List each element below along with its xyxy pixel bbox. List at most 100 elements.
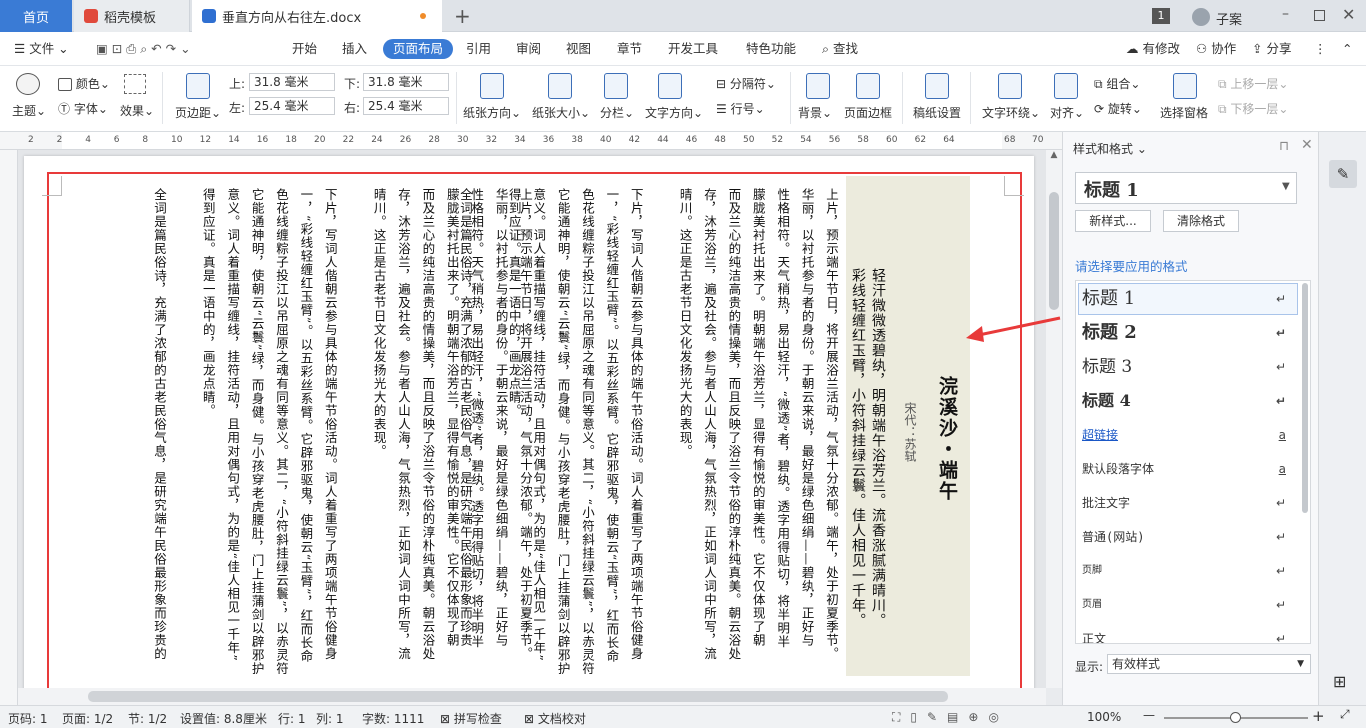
styles-pen-icon[interactable]: ✎ <box>1329 160 1357 188</box>
vertical-scrollbar[interactable]: ▲ <box>1046 150 1062 688</box>
orientation-button[interactable]: 纸张方向⌄ <box>463 104 521 121</box>
effects-button[interactable]: 效果⌄ <box>120 102 154 119</box>
text-wrap-button[interactable]: 文字环绕⌄ <box>982 104 1040 121</box>
separator-button[interactable]: ⊟ 分隔符⌄ <box>716 75 776 92</box>
clear-format-button[interactable]: 清除格式 <box>1163 210 1239 232</box>
color-button[interactable]: 颜色⌄ <box>58 75 110 92</box>
style-item-default-font[interactable]: 默认段落字体 a <box>1082 453 1304 485</box>
style-item-body[interactable]: 正文 ↵ <box>1082 623 1304 643</box>
fit-window-icon[interactable]: ⤢ <box>1340 707 1350 722</box>
style-item-header[interactable]: 页眉 ↵ <box>1082 589 1304 621</box>
panel-close-icon[interactable]: ✕ <box>1301 137 1313 153</box>
zoom-in-icon[interactable]: + <box>1312 707 1325 725</box>
style-item-normal-web[interactable]: 普通(网站) ↵ <box>1082 521 1304 553</box>
zoom-slider-thumb[interactable] <box>1230 712 1241 723</box>
margins-button[interactable]: 页边距⌄ <box>175 104 221 121</box>
zoom-out-icon[interactable]: — <box>1143 708 1155 722</box>
page-border-button[interactable]: 页面边框 <box>844 104 892 121</box>
spell-check-button[interactable]: ⊠ 拼写检查 <box>440 710 502 727</box>
style-item-heading-4[interactable]: 标题 4 ↵ <box>1082 385 1304 417</box>
status-pages[interactable]: 页面: 1/2 <box>62 710 113 727</box>
tab-home[interactable]: 首页 <box>0 0 72 32</box>
menu-view[interactable]: 视图 <box>566 39 591 59</box>
manuscript-button[interactable]: 稿纸设置 <box>913 104 961 121</box>
text-direction-button[interactable]: 文字方向⌄ <box>645 104 703 121</box>
menu-features[interactable]: 特色功能 <box>746 39 796 59</box>
horizontal-scrollbar[interactable] <box>18 688 1046 705</box>
style-list[interactable]: 标题 1 ↵ 标题 2 ↵ 标题 3 ↵ 标题 4 ↵ 超链接 a 默认段落字体 a 批注文… <box>1075 280 1311 644</box>
menu-insert[interactable]: 插入 <box>342 39 367 59</box>
view-mode-icons[interactable]: ⛶▯✎▤⊕◎ <box>892 710 1009 725</box>
status-row[interactable]: 行: 1 <box>278 710 306 727</box>
right-margin-field[interactable]: 25.4 毫米 <box>363 97 449 115</box>
menu-review[interactable]: 审阅 <box>516 39 541 59</box>
zoom-level[interactable]: 100% <box>1087 710 1121 724</box>
tab-document[interactable]: 垂直方向从右往左.docx <box>192 0 442 32</box>
style-item-heading-1[interactable]: 标题 1 ↵ <box>1082 283 1304 315</box>
columns-button[interactable]: 分栏⌄ <box>600 104 634 121</box>
share-button[interactable]: ⇪ 分享 <box>1252 39 1291 59</box>
rotate-button[interactable]: ⟳ 旋转⌄ <box>1094 100 1142 117</box>
document-page[interactable]: 浣溪沙・端午 宋代：苏轼 轻汗微微透碧纨，明朝端午浴芳兰。流香涨腻满晴川。 彩线… <box>24 156 1034 688</box>
document-workspace[interactable]: 浣溪沙・端午 宋代：苏轼 轻汗微微透碧纨，明朝端午浴芳兰。流香涨腻满晴川。 彩线… <box>18 150 1046 688</box>
menu-references[interactable]: 引用 <box>466 39 491 59</box>
search-button[interactable]: ⌕ 查找 <box>822 39 858 59</box>
status-setting[interactable]: 设置值: 8.8厘米 <box>180 710 267 727</box>
style-list-scroll-thumb[interactable] <box>1302 283 1308 513</box>
send-backward-button[interactable]: ⧉ 下移一层⌄ <box>1218 100 1288 117</box>
style-item-heading-2[interactable]: 标题 2 ↵ <box>1082 317 1304 349</box>
minimize-icon[interactable]: – <box>1282 6 1289 22</box>
top-margin-field[interactable]: 31.8 毫米 <box>249 73 335 91</box>
panel-title[interactable]: 样式和格式 ⌄ <box>1073 140 1147 157</box>
style-item-footer[interactable]: 页脚 ↵ <box>1082 555 1304 587</box>
new-tab-button[interactable]: + <box>454 0 471 32</box>
style-item-hyperlink[interactable]: 超链接 a <box>1082 419 1304 451</box>
status-word-count[interactable]: 字数: 1111 <box>362 710 424 727</box>
scroll-up-icon[interactable]: ▲ <box>1048 150 1060 162</box>
paper-size-button[interactable]: 纸张大小⌄ <box>532 104 590 121</box>
bottom-margin-label: 下: <box>344 77 361 91</box>
pin-icon[interactable]: ⊓ <box>1279 139 1289 154</box>
close-icon[interactable]: ✕ <box>1342 5 1355 24</box>
user-name[interactable]: 子案 <box>1216 9 1242 28</box>
collapse-ribbon-icon[interactable]: ⌃ <box>1342 39 1352 59</box>
restore-icon[interactable] <box>1314 10 1325 21</box>
style-item-comment-text[interactable]: 批注文字 ↵ <box>1082 487 1304 519</box>
tab-template[interactable]: 稻壳模板 <box>74 0 190 32</box>
status-page[interactable]: 页码: 1 <box>8 710 48 727</box>
vertical-ruler[interactable] <box>0 150 18 705</box>
status-col[interactable]: 列: 1 <box>316 710 344 727</box>
new-style-button[interactable]: 新样式... <box>1075 210 1151 232</box>
menu-start[interactable]: 开始 <box>292 39 317 59</box>
style-item-heading-3[interactable]: 标题 3 ↵ <box>1082 351 1304 383</box>
proofread-button[interactable]: ⊠ 文档校对 <box>524 710 586 727</box>
background-button[interactable]: 背景⌄ <box>798 104 832 121</box>
bring-forward-button[interactable]: ⧉ 上移一层⌄ <box>1218 75 1288 92</box>
more-icon[interactable]: ⋮ <box>1314 39 1327 59</box>
avatar[interactable] <box>1192 8 1210 26</box>
menu-section[interactable]: 章节 <box>617 39 642 59</box>
line-number-button[interactable]: ☰ 行号⌄ <box>716 100 765 117</box>
modified-button[interactable]: ☁ 有修改 <box>1126 39 1180 59</box>
right-margin-label: 右: <box>344 101 361 115</box>
collaborate-button[interactable]: ⚇ 协作 <box>1196 39 1236 59</box>
left-margin-field[interactable]: 25.4 毫米 <box>249 97 335 115</box>
vertical-scroll-thumb[interactable] <box>1049 192 1059 310</box>
file-menu[interactable]: ☰ 文件 ⌄ <box>14 39 69 59</box>
menu-page-layout[interactable]: 页面布局 <box>383 39 454 59</box>
bottom-margin-field[interactable]: 31.8 毫米 <box>363 73 449 91</box>
zoom-slider[interactable] <box>1164 712 1308 723</box>
menu-developer[interactable]: 开发工具 <box>668 39 718 59</box>
group-button[interactable]: ⧉ 组合⌄ <box>1094 75 1140 92</box>
current-style-dropdown[interactable]: 标题 1 ▼ <box>1075 172 1297 204</box>
align-button[interactable]: 对齐⌄ <box>1050 104 1084 121</box>
window-count-badge[interactable]: 1 <box>1152 8 1170 24</box>
status-section[interactable]: 节: 1/2 <box>128 710 167 727</box>
font-button[interactable]: Ⓣ 字体⌄ <box>58 100 108 117</box>
grid-apps-icon[interactable]: ⊞ <box>1333 672 1346 691</box>
theme-button[interactable]: 主题⌄ <box>12 102 46 119</box>
horizontal-ruler[interactable]: 2 2 4 6 8 10 12 14 16 18 20 22 24 26 28 30 32 34 36 38 40 42 4… <box>0 132 1062 150</box>
show-select[interactable]: 有效样式 ▼ <box>1107 654 1311 674</box>
select-pane-button[interactable]: 选择窗格 <box>1160 104 1208 121</box>
horizontal-scroll-thumb[interactable] <box>88 691 948 702</box>
